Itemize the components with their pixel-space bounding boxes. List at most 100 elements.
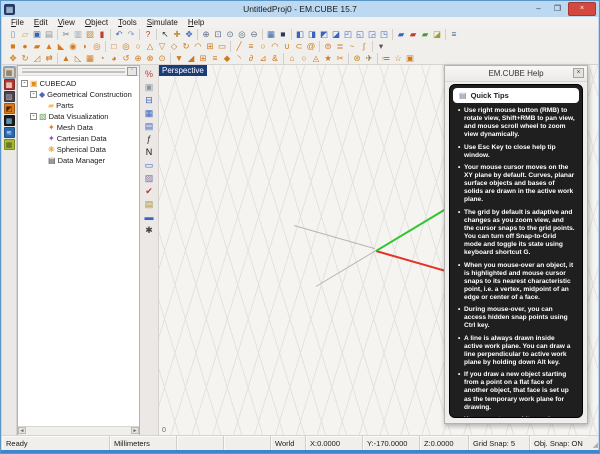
notes-icon[interactable]: N [143, 146, 156, 158]
tree-panel-header[interactable]: ▫ [18, 66, 139, 76]
menu-item-file[interactable]: File [6, 18, 29, 27]
tree-item-geometrical-construction[interactable]: -◆Geometrical Construction [18, 89, 139, 100]
add-point-icon[interactable]: ⊞ [197, 53, 209, 64]
target-tool-icon[interactable]: ⊛ [351, 53, 363, 64]
new-project-icon[interactable]: ▯ [7, 29, 19, 40]
loft-surface-icon[interactable]: ◠ [192, 41, 204, 52]
pan-icon[interactable]: ✚ [171, 29, 183, 40]
list-points-icon[interactable]: ≡ [209, 53, 221, 64]
print-icon[interactable]: ▤ [43, 29, 55, 40]
menu-item-help[interactable]: Help [183, 18, 209, 27]
revolve-tool-icon[interactable]: ↺ [120, 53, 132, 64]
help-icon[interactable]: ? [142, 29, 154, 40]
validate-check-icon[interactable]: ✔ [143, 185, 156, 197]
log-notebook-icon[interactable]: ▤ [143, 198, 156, 210]
draw-arc-icon[interactable]: ◠ [269, 41, 281, 52]
point-list-icon[interactable]: ≣ [334, 41, 346, 52]
corner-tool-icon[interactable]: ◢ [185, 53, 197, 64]
move-view-icon[interactable]: ✥ [183, 29, 195, 40]
draw-inverted-triangle-icon[interactable]: ▽ [156, 41, 168, 52]
tree-item-cartesian-data[interactable]: ✦Cartesian Data [18, 133, 139, 144]
quick-tips-bar[interactable]: ▤ Quick Tips [453, 88, 579, 103]
module-wave-icon[interactable]: ≋ [4, 127, 15, 138]
more-draw-tools-dropdown-icon[interactable]: ▾ [375, 41, 387, 52]
full-window-icon[interactable]: ■ [277, 29, 289, 40]
scale-object-icon[interactable]: ◿ [31, 53, 43, 64]
tree-expander-icon[interactable]: - [30, 91, 37, 98]
show-selected-icon[interactable]: ▰ [419, 29, 431, 40]
show-all-icon[interactable]: ▰ [395, 29, 407, 40]
rotate-object-icon[interactable]: ↻ [19, 53, 31, 64]
draw-c-curve-icon[interactable]: ⊂ [293, 41, 305, 52]
zoom-extents-icon[interactable]: ◎ [236, 29, 248, 40]
wireframe-toggle-icon[interactable]: ◪ [431, 29, 443, 40]
tree-expander-icon[interactable]: - [21, 80, 28, 87]
module-mesh-icon[interactable]: ▦ [4, 139, 15, 150]
flyover-view-icon[interactable]: ✈ [363, 53, 375, 64]
panel-grid-icon[interactable]: ▣ [404, 53, 416, 64]
derivative-tool-icon[interactable]: ∂ [245, 53, 257, 64]
tree-item-data-visualization[interactable]: -▧Data Visualization [18, 111, 139, 122]
clipboard-tool-icon[interactable]: ▣ [143, 81, 156, 93]
view-left-icon[interactable]: ◩ [318, 29, 330, 40]
select-icon[interactable]: ↖ [159, 29, 171, 40]
close-button[interactable]: × [568, 2, 596, 16]
mirror-object-icon[interactable]: ⇄ [43, 53, 55, 64]
tree-item-spherical-data[interactable]: ❋Spherical Data [18, 144, 139, 155]
draw-spiral-icon[interactable]: @ [305, 41, 317, 52]
draw-hemisphere-icon[interactable]: ◗ [79, 41, 91, 52]
view-bottom-icon[interactable]: ◱ [354, 29, 366, 40]
tree-item-parts[interactable]: ▰Parts [18, 100, 139, 111]
triangle-select-icon[interactable]: ◬ [310, 53, 322, 64]
freehand-curve-icon[interactable]: ʃ [358, 41, 370, 52]
tree-expander-icon[interactable]: - [30, 113, 37, 120]
menu-item-tools[interactable]: Tools [113, 18, 142, 27]
open-project-icon[interactable]: ▱ [19, 29, 31, 40]
angle-tool-icon[interactable]: ⊿ [257, 53, 269, 64]
menu-item-simulate[interactable]: Simulate [142, 18, 183, 27]
view-right-icon[interactable]: ◪ [330, 29, 342, 40]
zoom-selected-icon[interactable]: ⊙ [224, 29, 236, 40]
stack-list-icon[interactable]: ≔ [380, 53, 392, 64]
module-metal-icon[interactable]: ▦ [4, 115, 15, 126]
draw-plane-icon[interactable]: ▭ [216, 41, 228, 52]
flip-vertical-icon[interactable]: ▼ [173, 53, 185, 64]
draw-line-icon[interactable]: ╱ [233, 41, 245, 52]
documentation-book-icon[interactable]: ▬ [143, 211, 156, 223]
image-capture-icon[interactable]: ▨ [143, 172, 156, 184]
grid-display-icon[interactable]: ▦ [143, 107, 156, 119]
draw-rectangle-icon[interactable]: □ [108, 41, 120, 52]
tree-horizontal-scrollbar[interactable]: ◄ ► [18, 426, 139, 435]
favorite-star-icon[interactable]: ★ [322, 53, 334, 64]
viewport-layout-icon[interactable]: ▦ [265, 29, 277, 40]
arc-edit-icon[interactable]: ◝ [233, 53, 245, 64]
view-top-icon[interactable]: ◰ [342, 29, 354, 40]
view-iso-icon[interactable]: ◲ [366, 29, 378, 40]
redo-icon[interactable]: ↷ [125, 29, 137, 40]
trim-tool-icon[interactable]: ✂ [334, 53, 346, 64]
circle-select-icon[interactable]: ○ [298, 53, 310, 64]
object-info-icon[interactable]: ⊙ [156, 53, 168, 64]
zoom-in-icon[interactable]: ⊕ [200, 29, 212, 40]
help-panel-header[interactable]: EM.CUBE Help × [445, 66, 587, 82]
view-front-icon[interactable]: ◧ [294, 29, 306, 40]
home-view-icon[interactable]: ⌂ [286, 53, 298, 64]
view-back-icon[interactable]: ◨ [306, 29, 318, 40]
align-objects-icon[interactable]: ▲ [60, 53, 72, 64]
extrude-surface-icon[interactable]: ⊞ [204, 41, 216, 52]
zoom-window-icon[interactable]: ⊡ [212, 29, 224, 40]
grip-handle-icon[interactable] [22, 68, 125, 70]
view-perspective-icon[interactable]: ◳ [378, 29, 390, 40]
connect-tool-icon[interactable]: & [269, 53, 281, 64]
tree-item-cubecad[interactable]: -▣CUBECAD [18, 78, 139, 89]
copy-icon[interactable]: ▥ [72, 29, 84, 40]
function-fx-icon[interactable]: ƒ [143, 133, 156, 145]
module-cubecad-icon[interactable]: ▦ [4, 67, 15, 78]
spiral-tool-icon[interactable]: ◕ [108, 53, 120, 64]
tree-panel-menu-button[interactable]: ▫ [127, 67, 137, 76]
draw-u-curve-icon[interactable]: ∪ [281, 41, 293, 52]
array-objects-icon[interactable]: ▦ [84, 53, 96, 64]
draw-polyline-icon[interactable]: ≡ [245, 41, 257, 52]
settings-gear-icon[interactable]: ✱ [143, 224, 156, 236]
menu-item-edit[interactable]: Edit [29, 18, 53, 27]
